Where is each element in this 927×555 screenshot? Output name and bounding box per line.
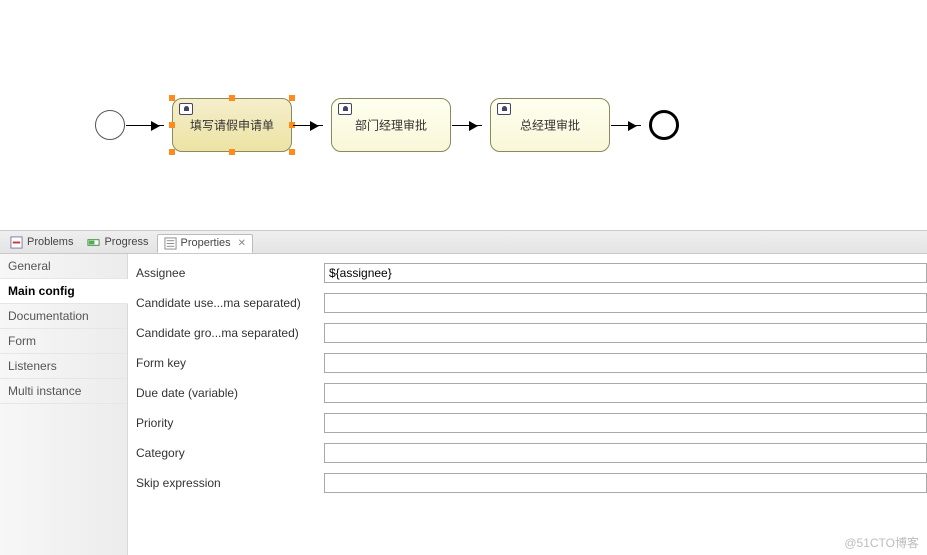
candidate-groups-input[interactable]	[324, 323, 927, 343]
user-task-fill-request[interactable]: 填写请假申请单	[172, 98, 292, 152]
properties-icon	[164, 237, 177, 250]
end-event[interactable]	[649, 110, 679, 140]
side-tab-listeners[interactable]: Listeners	[0, 354, 127, 379]
priority-label: Priority	[136, 416, 324, 430]
flow-arrow[interactable]	[126, 125, 164, 126]
flow-arrow[interactable]	[611, 125, 641, 126]
tab-label: Properties	[181, 237, 231, 249]
resize-handle[interactable]	[229, 95, 235, 101]
tab-problems[interactable]: Problems	[4, 234, 79, 251]
side-tab-form[interactable]: Form	[0, 329, 127, 354]
resize-handle[interactable]	[229, 149, 235, 155]
progress-icon	[87, 236, 100, 249]
task-label: 填写请假申请单	[173, 117, 291, 134]
due-date-label: Due date (variable)	[136, 386, 324, 400]
resize-handle[interactable]	[169, 149, 175, 155]
tab-progress[interactable]: Progress	[81, 234, 154, 251]
task-label: 部门经理审批	[332, 117, 450, 134]
problems-icon	[10, 236, 23, 249]
resize-handle[interactable]	[169, 95, 175, 101]
due-date-input[interactable]	[324, 383, 927, 403]
category-input[interactable]	[324, 443, 927, 463]
assignee-label: Assignee	[136, 266, 324, 280]
properties-panel: General Main config Documentation Form L…	[0, 254, 927, 555]
property-category-tabs: General Main config Documentation Form L…	[0, 254, 128, 555]
bpmn-canvas[interactable]: 填写请假申请单 部门经理审批 总经理审批	[0, 0, 927, 230]
candidate-users-input[interactable]	[324, 293, 927, 313]
resize-handle[interactable]	[289, 95, 295, 101]
user-task-icon	[338, 103, 352, 115]
resize-handle[interactable]	[169, 122, 175, 128]
user-task-general-manager[interactable]: 总经理审批	[490, 98, 610, 152]
watermark: @51CTO博客	[844, 534, 919, 551]
user-task-dept-manager[interactable]: 部门经理审批	[331, 98, 451, 152]
candidate-users-label: Candidate use...ma separated)	[136, 296, 324, 310]
user-task-icon	[179, 103, 193, 115]
candidate-groups-label: Candidate gro...ma separated)	[136, 326, 324, 340]
tab-label: Progress	[104, 236, 148, 248]
view-tab-bar: Problems Progress Properties ✕	[0, 230, 927, 254]
side-tab-main-config[interactable]: Main config	[0, 279, 128, 304]
resize-handle[interactable]	[289, 149, 295, 155]
skip-expression-label: Skip expression	[136, 476, 324, 490]
task-label: 总经理审批	[491, 117, 609, 134]
tab-properties[interactable]: Properties ✕	[157, 234, 254, 253]
priority-input[interactable]	[324, 413, 927, 433]
property-form: Assignee Candidate use...ma separated) C…	[128, 254, 927, 555]
flow-arrow[interactable]	[452, 125, 482, 126]
assignee-input[interactable]	[324, 263, 927, 283]
close-icon[interactable]: ✕	[238, 238, 246, 249]
category-label: Category	[136, 446, 324, 460]
user-task-icon	[497, 103, 511, 115]
side-tab-documentation[interactable]: Documentation	[0, 304, 127, 329]
flow-arrow[interactable]	[293, 125, 323, 126]
tab-label: Problems	[27, 236, 73, 248]
side-tab-general[interactable]: General	[0, 254, 127, 279]
side-tab-multi-instance[interactable]: Multi instance	[0, 379, 127, 404]
skip-expression-input[interactable]	[324, 473, 927, 493]
form-key-input[interactable]	[324, 353, 927, 373]
start-event[interactable]	[95, 110, 125, 140]
form-key-label: Form key	[136, 356, 324, 370]
